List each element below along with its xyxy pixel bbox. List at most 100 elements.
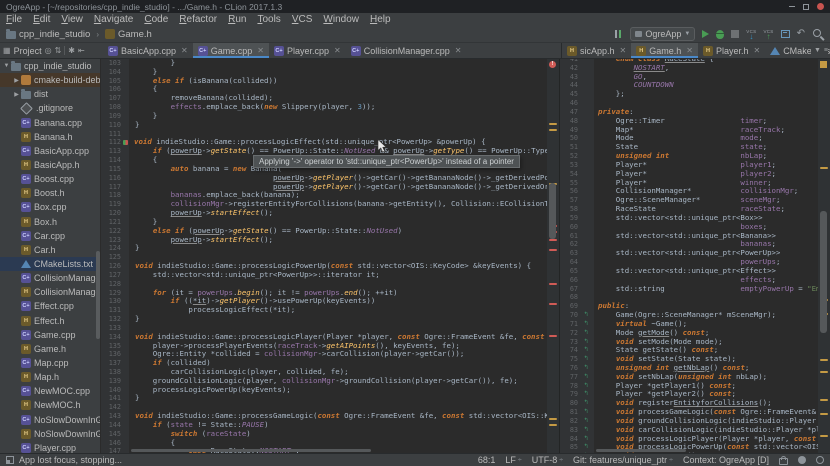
line-number[interactable]: 106 (101, 85, 123, 94)
line-number[interactable]: 142 (101, 403, 123, 412)
error-stripe-mark[interactable] (549, 283, 557, 285)
code-line[interactable]: 143void indieStudio::Game::processGameLo… (101, 412, 547, 421)
line-number[interactable]: 84 (560, 435, 580, 444)
code-line[interactable]: 129 for (it = powerUps.begin(); it != po… (101, 289, 547, 298)
line-number[interactable]: 107 (101, 94, 123, 103)
code-line[interactable]: 134void indieStudio::Game::processLogicP… (101, 333, 547, 342)
line-number[interactable]: 57 (560, 196, 580, 205)
code-line[interactable]: 64 powerUps; (560, 258, 818, 267)
code-line[interactable]: 138 carCollisionLogic(player, collided, … (101, 368, 547, 377)
line-number[interactable]: 61 (560, 232, 580, 241)
editor-left-body[interactable]: 103 }104 }105 else if (isBanana(collided… (101, 59, 547, 453)
run-button[interactable] (702, 30, 709, 38)
project-tree-item[interactable]: ▶dist (0, 87, 100, 101)
code-line[interactable]: 57 Ogre::SceneManager* sceneMgr; (560, 196, 818, 205)
code-line[interactable]: 67 std::string emptyPowerUp = "Empty" (560, 285, 818, 294)
menu-tools[interactable]: Tools (257, 14, 280, 25)
error-stripe-mark[interactable] (820, 359, 828, 361)
line-number[interactable]: 135 (101, 342, 123, 351)
line-number[interactable]: 64 (560, 258, 580, 267)
line-number[interactable]: 73 (560, 338, 580, 347)
line-number[interactable]: 72 (560, 329, 580, 338)
error-stripe-mark[interactable] (820, 435, 828, 437)
code-line[interactable]: 132} (101, 315, 547, 324)
line-number[interactable]: 139 (101, 377, 123, 386)
line-number[interactable]: 45 (560, 90, 580, 99)
line-number[interactable]: 145 (101, 430, 123, 439)
code-line[interactable]: 118 bananas.emplace_back(banana); (101, 191, 547, 200)
code-line[interactable]: 110} (101, 121, 547, 130)
error-stripe-mark[interactable] (549, 123, 557, 125)
menu-refactor[interactable]: Refactor (179, 14, 217, 25)
line-number[interactable]: 126 (101, 262, 123, 271)
code-line[interactable]: 45 }; (560, 90, 818, 99)
menu-run[interactable]: Run (228, 14, 246, 25)
project-tree-item[interactable]: C+Boost.cpp (0, 172, 100, 186)
code-line[interactable]: 130 if ((*it)->getPlayer()->usePowerUp(k… (101, 297, 547, 306)
code-line[interactable]: 139 groundCollisionLogic(player, collisi… (101, 377, 547, 386)
project-tree-item[interactable]: HCollisionManager (0, 285, 100, 299)
line-number[interactable]: 54 (560, 170, 580, 179)
code-line[interactable]: 58 RaceState raceState; (560, 205, 818, 214)
code-line[interactable]: 69public: (560, 302, 818, 311)
tab-close-icon[interactable]: ✕ (620, 46, 627, 55)
breadcrumb-item[interactable]: Game.h (118, 29, 152, 40)
line-number[interactable]: 44 (560, 81, 580, 90)
tree-expand-icon[interactable]: ▼ (2, 63, 11, 69)
error-stripe-mark[interactable] (549, 335, 557, 337)
line-number[interactable]: 134 (101, 333, 123, 342)
project-tree-item[interactable]: ▼cpp_indie_studio (0, 59, 100, 73)
line-number[interactable]: 118 (101, 191, 123, 200)
h-scrollbar-thumb[interactable] (596, 449, 686, 452)
code-line[interactable]: 103 } (101, 59, 547, 68)
code-line[interactable]: 63 std::vector<std::unique_ptr<PowerUp>> (560, 249, 818, 258)
code-line[interactable]: 122 else if (powerUp->getState() == Powe… (101, 227, 547, 236)
error-indicator-icon[interactable]: ! (549, 61, 556, 68)
project-tree-item[interactable]: C+Car.cpp (0, 229, 100, 243)
menu-edit[interactable]: Edit (33, 14, 50, 25)
project-tree-item[interactable]: ▶cmake-build-deb (0, 73, 100, 87)
code-line[interactable]: 105 else if (isBanana(collided)) (101, 77, 547, 86)
code-line[interactable]: 73↰ void setMode(Mode mode); (560, 338, 818, 347)
project-tree-item[interactable]: C+Map.cpp (0, 356, 100, 370)
line-number[interactable]: 119 (101, 200, 123, 209)
line-number[interactable]: 122 (101, 227, 123, 236)
editor-tab[interactable]: C+CollisionManager.cpp✕ (346, 43, 467, 58)
build-settings-icon[interactable] (613, 29, 623, 39)
code-line[interactable]: 48 Ogre::Timer timer; (560, 117, 818, 126)
line-number[interactable]: 147 (101, 447, 123, 453)
line-number[interactable]: 60 (560, 223, 580, 232)
editor-tab[interactable]: HPlayer.h✕ (698, 43, 765, 58)
tab-list-icon[interactable]: ≡ (824, 47, 828, 54)
undo-icon[interactable]: ↶ (797, 29, 805, 39)
scrollbar-thumb[interactable] (96, 251, 100, 339)
line-number[interactable]: 63 (560, 249, 580, 258)
locate-icon[interactable]: ◎ (45, 46, 52, 55)
code-line[interactable]: 68 (560, 293, 818, 302)
code-line[interactable]: 52 unsigned int nbLap; (560, 152, 818, 161)
line-number[interactable]: 80 (560, 399, 580, 408)
code-line[interactable]: 59 std::vector<std::unique_ptr<Box>> (560, 214, 818, 223)
line-number[interactable]: 65 (560, 267, 580, 276)
notifications-icon[interactable] (816, 456, 824, 464)
menu-help[interactable]: Help (370, 14, 391, 25)
project-tree-item[interactable]: C+Effect.cpp (0, 299, 100, 313)
project-tree-item[interactable]: HBasicApp.h (0, 158, 100, 172)
code-line[interactable]: 131 processLogicEffect(*it); (101, 306, 547, 315)
status-widget[interactable]: UTF-8÷ (532, 455, 563, 465)
code-line[interactable]: 82↰ void groundCollisionLogic(indieStudi… (560, 417, 818, 426)
line-number[interactable]: 111 (101, 130, 123, 139)
line-number[interactable]: 66 (560, 276, 580, 285)
status-widget[interactable]: 68:1 (478, 455, 496, 465)
code-line[interactable]: 55 Player* winner; (560, 179, 818, 188)
line-number[interactable]: 121 (101, 218, 123, 227)
tree-expand-icon[interactable]: ▶ (12, 91, 21, 98)
code-line[interactable]: 72↰ Mode getMode() const; (560, 329, 818, 338)
code-line[interactable]: 49 Map* raceTrack; (560, 126, 818, 135)
project-tree-item[interactable]: C+CollisionManager (0, 271, 100, 285)
line-number[interactable]: 140 (101, 386, 123, 395)
warning-indicator-icon[interactable] (820, 61, 827, 68)
project-tree-item[interactable]: HMap.h (0, 370, 100, 384)
code-line[interactable]: 56 CollisionManager* collisionMgr; (560, 187, 818, 196)
editor-tab[interactable]: C+BasicApp.cpp✕ (103, 43, 193, 58)
